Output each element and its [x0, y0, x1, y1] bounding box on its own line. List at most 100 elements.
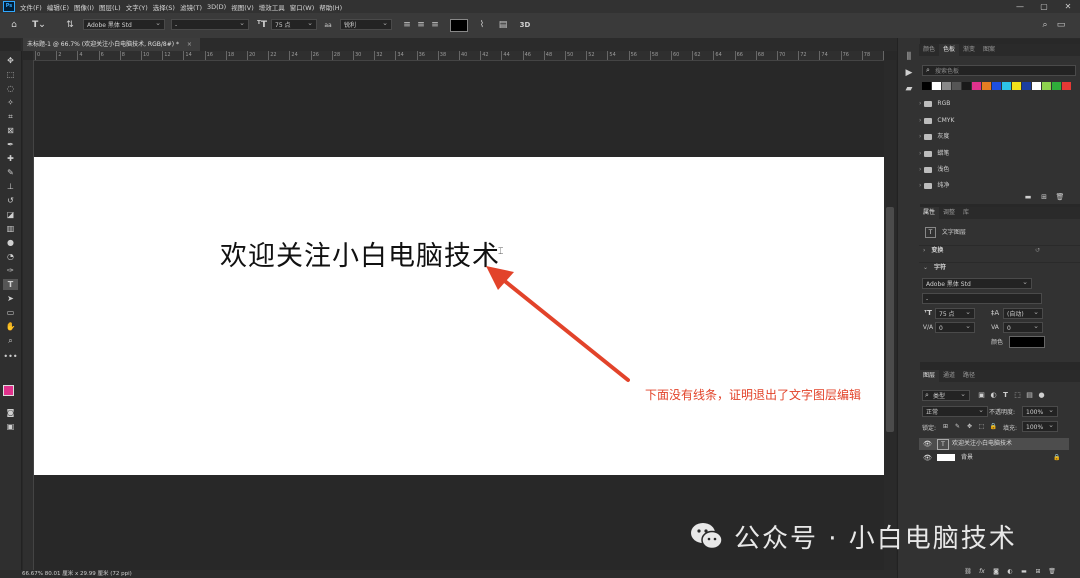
color-swatch[interactable] — [972, 82, 981, 90]
color-swatch[interactable] — [1012, 82, 1021, 90]
menu-type[interactable]: 文字(Y) — [126, 2, 148, 12]
lock-pixels-icon[interactable]: ✎ — [953, 421, 962, 432]
color-swatch[interactable] — [1032, 82, 1041, 90]
document-tab[interactable]: 未标题-1 @ 66.7% (欢迎关注小白电脑技术, RGB/8#) * × — [23, 38, 200, 51]
color-swatch[interactable] — [1022, 82, 1031, 90]
color-swatch[interactable] — [952, 82, 961, 90]
opacity-input[interactable]: 100% — [1022, 406, 1058, 417]
menu-file[interactable]: 文件(F) — [20, 2, 42, 12]
filter-shape-icon[interactable]: ⬚ — [1013, 390, 1022, 401]
home-icon[interactable]: ⌂ — [8, 20, 20, 31]
color-swatch[interactable] — [992, 82, 1001, 90]
swatch-search-input[interactable]: 搜索色板 — [922, 65, 1076, 76]
document-canvas[interactable] — [34, 157, 884, 475]
color-swatch[interactable] — [1062, 82, 1071, 90]
align-left-icon[interactable]: ≡ — [402, 20, 412, 31]
pen-tool-icon[interactable]: ✑ — [3, 265, 18, 276]
link-layers-icon[interactable]: ⛓ — [963, 566, 973, 577]
visibility-eye-icon[interactable]: 👁 — [923, 438, 932, 450]
play-actions-icon[interactable]: ▶ — [903, 68, 915, 79]
new-swatch-icon[interactable]: ⊞ — [1039, 192, 1049, 203]
layer-row-text[interactable]: 👁 T 欢迎关注小白电脑技术 — [919, 438, 1069, 450]
char-color-swatch[interactable] — [1009, 336, 1045, 348]
filter-pixel-icon[interactable]: ▣ — [977, 390, 986, 401]
fill-input[interactable]: 100% — [1022, 421, 1058, 432]
color-swatch[interactable] — [1002, 82, 1011, 90]
filter-type-icon[interactable]: T — [1001, 390, 1010, 401]
swatch-group-pastel[interactable]: › 蜡笔 — [919, 149, 1080, 159]
layer-row-background[interactable]: 👁 背景 🔒 — [919, 452, 1069, 464]
menu-layer[interactable]: 图层(L) — [99, 2, 121, 12]
new-layer-icon[interactable]: ⊞ — [1033, 566, 1043, 577]
tab-libraries[interactable]: 库 — [959, 207, 973, 219]
font-style-select[interactable]: - — [171, 19, 249, 30]
tab-channels[interactable]: 通道 — [939, 370, 959, 382]
eyedropper-tool-icon[interactable]: ✒ — [3, 139, 18, 150]
screen-mode-icon[interactable]: ▣ — [3, 421, 18, 432]
type-tool-preset-icon[interactable]: T⌄ — [32, 20, 46, 31]
color-swatch[interactable] — [942, 82, 951, 90]
menu-3d[interactable]: 3D(D) — [207, 3, 226, 11]
tab-swatches[interactable]: 色板 — [939, 44, 960, 56]
comments-icon[interactable]: ▰ — [903, 84, 915, 95]
color-swatch[interactable] — [922, 82, 931, 90]
tab-paths[interactable]: 路径 — [959, 370, 979, 382]
brush-tool-icon[interactable]: ✎ — [3, 167, 18, 178]
swatch-group-light[interactable]: › 浅色 — [919, 165, 1080, 175]
delete-layer-icon[interactable]: 🗑 — [1047, 566, 1057, 577]
vertical-scrollbar-thumb[interactable] — [886, 207, 894, 432]
blur-tool-icon[interactable]: ● — [3, 237, 18, 248]
tab-color[interactable]: 颜色 — [919, 44, 939, 56]
menu-view[interactable]: 视图(V) — [231, 2, 254, 12]
color-swatch[interactable] — [962, 82, 971, 90]
tab-close-icon[interactable]: × — [187, 41, 192, 48]
tracking-select[interactable]: 0 — [1003, 322, 1043, 333]
tab-layers[interactable]: 图层 — [919, 370, 940, 382]
align-center-icon[interactable]: ≡ — [416, 20, 426, 31]
search-icon[interactable]: ⌕ — [1040, 20, 1050, 31]
visibility-eye-icon[interactable]: 👁 — [923, 452, 932, 464]
type-tool-icon[interactable]: T — [3, 279, 18, 290]
antialias-select[interactable]: 锐利 — [340, 19, 392, 30]
histogram-icon[interactable]: ⫼ — [903, 52, 915, 63]
zoom-tool-icon[interactable]: ⌕ — [3, 335, 18, 346]
menu-plugins[interactable]: 增效工具 — [259, 2, 285, 12]
marquee-tool-icon[interactable]: ⬚ — [3, 69, 18, 80]
magic-wand-tool-icon[interactable]: ✧ — [3, 97, 18, 108]
menu-edit[interactable]: 编辑(E) — [47, 2, 69, 12]
healing-brush-tool-icon[interactable]: ✚ — [3, 153, 18, 164]
menu-window[interactable]: 窗口(W) — [290, 2, 315, 12]
tab-properties[interactable]: 属性 — [919, 207, 940, 219]
swatch-group-cmyk[interactable]: › CMYK — [919, 116, 1080, 126]
new-adjustment-icon[interactable]: ◐ — [1005, 566, 1015, 577]
swatch-group-rgb[interactable]: › RGB — [919, 99, 1080, 109]
lock-position-icon[interactable]: ✥ — [965, 421, 974, 432]
swatch-group-pure[interactable]: › 纯净 — [919, 181, 1080, 191]
text-orientation-icon[interactable]: ⇅ — [64, 20, 76, 31]
close-icon[interactable]: ✕ — [1056, 0, 1080, 13]
clone-stamp-tool-icon[interactable]: ⊥ — [3, 181, 18, 192]
align-right-icon[interactable]: ≡ — [430, 20, 440, 31]
leading-select[interactable]: (自动) — [1003, 308, 1043, 319]
kerning-select[interactable]: 0 — [935, 322, 975, 333]
more-tools-icon[interactable]: ••• — [3, 351, 18, 362]
path-selection-tool-icon[interactable]: ➤ — [3, 293, 18, 304]
tab-adjustments[interactable]: 调整 — [939, 207, 959, 219]
tab-gradients[interactable]: 渐变 — [959, 44, 979, 56]
foreground-color-swatch[interactable] — [3, 385, 14, 396]
menu-select[interactable]: 选择(S) — [153, 2, 175, 12]
eraser-tool-icon[interactable]: ◪ — [3, 209, 18, 220]
lock-transparent-icon[interactable]: ⊞ — [941, 421, 950, 432]
frame-tool-icon[interactable]: ⊠ — [3, 125, 18, 136]
text-color-swatch[interactable] — [450, 19, 468, 32]
new-group-icon[interactable]: ▬ — [1023, 192, 1033, 203]
lock-artboard-icon[interactable]: ⬚ — [977, 421, 986, 432]
layer-style-icon[interactable]: fx — [977, 566, 987, 577]
warp-text-icon[interactable]: ⌇ — [476, 20, 488, 31]
swatch-group-grayscale[interactable]: › 灰度 — [919, 132, 1080, 142]
add-mask-icon[interactable]: ◙ — [991, 566, 1001, 577]
reset-icon[interactable]: ↺ — [1035, 246, 1040, 256]
font-family-select[interactable]: Adobe 黑体 Std — [83, 19, 165, 30]
history-brush-tool-icon[interactable]: ↺ — [3, 195, 18, 206]
move-tool-icon[interactable]: ✥ — [3, 55, 18, 66]
